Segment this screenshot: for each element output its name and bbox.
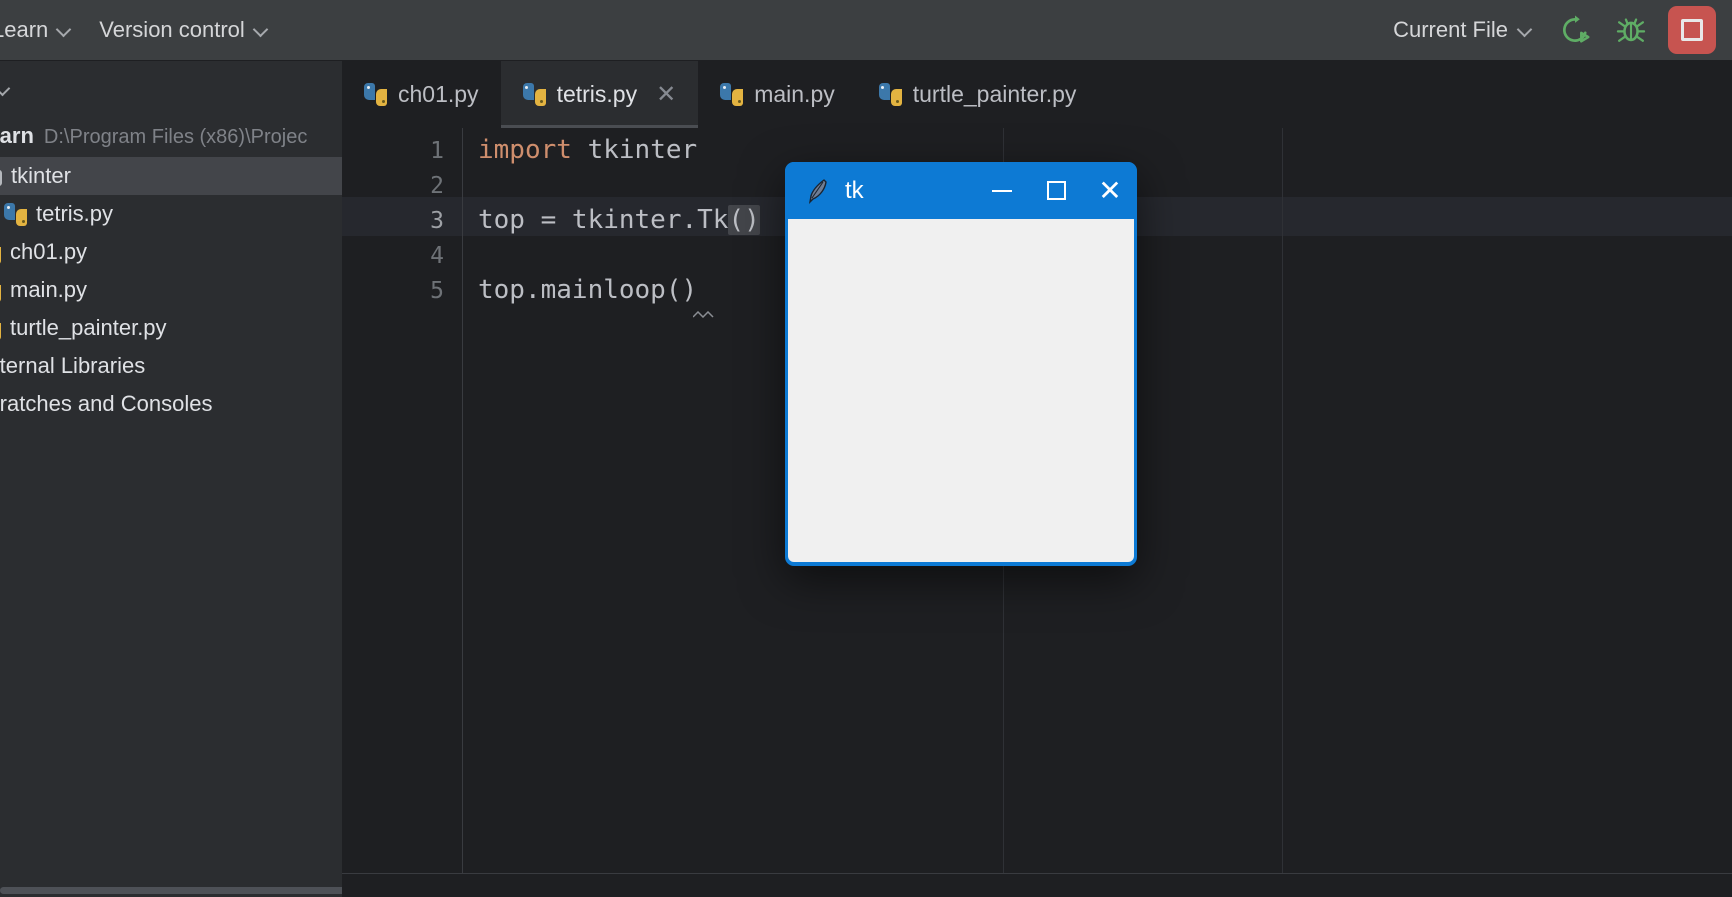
menu-learn-label: Learn xyxy=(0,17,49,42)
tree-item-label: turtle_painter.py xyxy=(10,315,167,340)
maximize-icon xyxy=(1046,181,1066,200)
chevron-down-icon xyxy=(254,23,268,37)
python-file-icon xyxy=(4,202,27,226)
tree-item-external-libraries[interactable]: External Libraries xyxy=(0,347,342,385)
tree-item-turtle-painter-py[interactable]: turtle_painter.py xyxy=(0,309,342,347)
code-text: top.mainloop() xyxy=(478,275,698,305)
tree-item-main-py[interactable]: main.py xyxy=(0,271,342,309)
inspection-squiggle-icon xyxy=(693,311,723,318)
python-file-icon xyxy=(0,241,1,264)
tab-label: main.py xyxy=(754,81,835,107)
python-file-icon xyxy=(522,83,546,106)
python-file-icon xyxy=(720,83,744,106)
code-text: tkinter xyxy=(571,135,698,165)
code-line-5: top.mainloop() xyxy=(478,275,697,305)
code-line-1: import tkinter xyxy=(478,135,697,165)
tab-label: tetris.py xyxy=(556,81,638,107)
code-bracket-pair: () xyxy=(728,205,760,235)
tree-item-tetris-py[interactable]: tetris.py xyxy=(0,195,342,233)
project-root-path: D:\Program Files (x86)\Projec xyxy=(43,126,308,148)
close-icon[interactable]: ✕ xyxy=(656,82,676,107)
debug-button[interactable] xyxy=(1608,7,1654,53)
tk-maximize-button[interactable] xyxy=(1029,162,1083,219)
tree-item-label: Scratches and Consoles xyxy=(0,391,213,416)
folder-icon xyxy=(0,167,2,186)
editor-bottom-panel xyxy=(342,874,1732,897)
tree-item-scratches-and-consoles[interactable]: Scratches and Consoles xyxy=(0,385,342,423)
menu-learn[interactable]: Learn xyxy=(0,11,85,49)
tree-item-label: External Libraries xyxy=(0,353,146,378)
tab-main-py[interactable]: main.py xyxy=(698,61,857,128)
minimize-icon xyxy=(992,189,1012,192)
line-number: 1 xyxy=(430,138,444,164)
app-root: Learn Version control Current File xyxy=(0,0,1732,897)
tab-turtle-painter-py[interactable]: turtle_painter.py xyxy=(857,61,1099,128)
line-number: 3 xyxy=(430,208,444,234)
stop-button[interactable] xyxy=(1668,6,1716,54)
python-file-icon xyxy=(878,83,902,106)
rerun-icon xyxy=(1563,15,1590,43)
menu-version-control-label: Version control xyxy=(99,17,245,42)
tk-window-body[interactable] xyxy=(788,219,1134,562)
tree-item-label: tkinter xyxy=(11,163,71,188)
editor-tab-bar: ch01.py tetris.py ✕ main.py turtle_paint… xyxy=(342,61,1732,128)
tk-close-button[interactable]: ✕ xyxy=(1083,162,1137,219)
tk-title-bar[interactable]: tk ✕ xyxy=(785,162,1137,219)
project-root-name: Learn xyxy=(0,123,34,148)
tree-item-label: main.py xyxy=(10,277,88,302)
line-number-gutter[interactable]: 1 2 3 4 5 xyxy=(342,128,463,873)
chevron-down-icon xyxy=(57,23,71,37)
tab-tetris-py[interactable]: tetris.py ✕ xyxy=(500,61,699,128)
python-file-icon xyxy=(0,317,1,340)
tk-window[interactable]: tk ✕ xyxy=(785,162,1137,566)
tab-ch01-py[interactable]: ch01.py xyxy=(342,61,501,128)
line-number: 5 xyxy=(430,278,444,304)
debug-bug-icon xyxy=(1616,18,1646,42)
tree-item-label: ch01.py xyxy=(10,239,88,264)
line-number: 2 xyxy=(430,173,444,199)
tree-item-tkinter[interactable]: tkinter xyxy=(0,157,342,195)
editor-split-divider xyxy=(1282,128,1283,873)
toolbar-menus: Learn Version control xyxy=(0,11,282,49)
tree-item-ch01-py[interactable]: ch01.py xyxy=(0,233,342,271)
tk-minimize-button[interactable] xyxy=(975,162,1029,219)
tab-label: turtle_painter.py xyxy=(912,81,1077,107)
chevron-down-icon xyxy=(1518,23,1532,37)
python-file-icon xyxy=(364,83,387,106)
close-icon: ✕ xyxy=(1098,174,1122,206)
feather-icon xyxy=(807,178,829,204)
main-toolbar: Learn Version control Current File xyxy=(0,0,1732,61)
rerun-button[interactable] xyxy=(1552,7,1598,53)
python-file-icon xyxy=(0,279,1,302)
code-text: top = tkinter.Tk xyxy=(478,205,729,235)
tree-item-label: tetris.py xyxy=(36,201,114,226)
code-keyword-import: import xyxy=(478,135,572,165)
run-configuration-label: Current File xyxy=(1393,17,1508,42)
project-tool-window: : Learn D:\Program Files (x86)\Projec tk… xyxy=(0,61,342,897)
code-line-3: top = tkinter.Tk() xyxy=(478,205,760,235)
toolbar-run-controls: Current File xyxy=(1383,6,1732,54)
sidebar-horizontal-scrollbar[interactable] xyxy=(0,887,342,894)
menu-version-control[interactable]: Version control xyxy=(85,11,282,49)
line-number: 4 xyxy=(430,243,444,269)
stop-square-icon xyxy=(1681,19,1703,41)
project-root-row[interactable]: Learn D:\Program Files (x86)\Projec xyxy=(0,117,342,157)
tab-label: ch01.py xyxy=(398,81,479,107)
project-panel-header[interactable]: : xyxy=(0,61,342,117)
tk-window-controls: ✕ xyxy=(975,162,1137,219)
chevron-down-icon xyxy=(0,82,10,96)
tk-window-title: tk xyxy=(845,176,864,204)
run-configuration-selector[interactable]: Current File xyxy=(1383,12,1542,48)
